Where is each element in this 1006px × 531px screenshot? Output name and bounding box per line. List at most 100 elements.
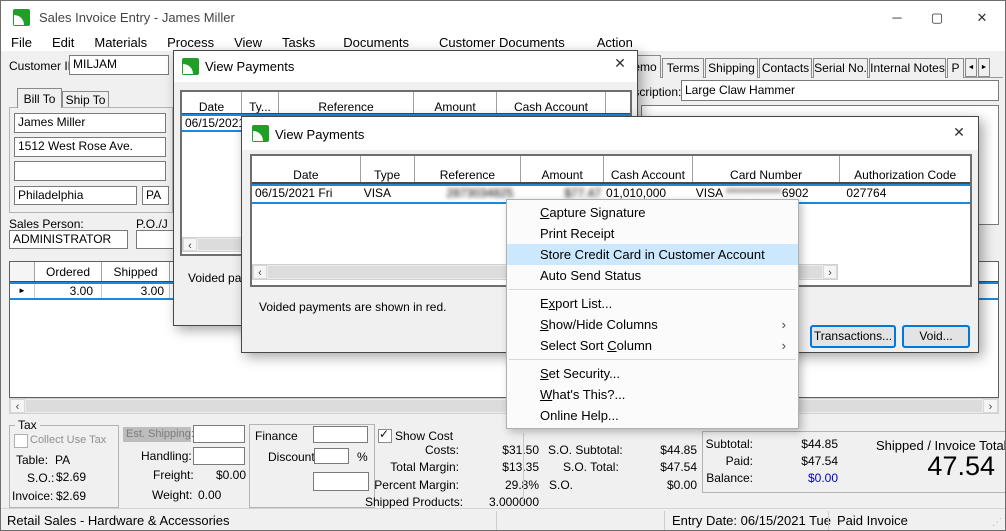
tab-internal-notes[interactable]: Internal Notes: [869, 58, 946, 78]
address-line1-input[interactable]: 1512 West Rose Ave.: [14, 137, 166, 157]
app-window: Sales Invoice Entry - James Miller ─ ▢ ✕…: [0, 0, 1006, 531]
resize-grip[interactable]: ⋰: [992, 517, 1002, 528]
cell-date[interactable]: 06/15/2021 Fri: [252, 185, 361, 202]
transactions-button[interactable]: Transactions...: [810, 325, 896, 348]
col-cash-account[interactable]: Cash Account: [497, 92, 606, 113]
invoice-grid-row[interactable]: ► 3.00 3.00: [10, 283, 170, 299]
total-margin-label: Total Margin:: [379, 460, 459, 474]
menu-tasks[interactable]: Tasks: [272, 35, 325, 50]
cell-ordered[interactable]: 3.00: [35, 283, 102, 299]
col-reference[interactable]: Reference: [279, 92, 414, 113]
cell-shipped[interactable]: 3.00: [102, 283, 170, 299]
status-company: Retail Sales - Hardware & Accessories: [7, 513, 230, 528]
percent-margin-value: 29.8%: [489, 478, 539, 492]
scroll-left-icon[interactable]: ‹: [10, 399, 25, 413]
tab-ship-to[interactable]: Ship To: [62, 91, 109, 108]
est-shipping-input[interactable]: [193, 425, 245, 443]
menu-view[interactable]: View: [224, 35, 272, 50]
tab-scroll-left-icon[interactable]: ◄: [965, 58, 977, 77]
finance-extra-input[interactable]: [313, 472, 369, 491]
tax-table-label: Table:: [16, 453, 48, 467]
discount-input[interactable]: [314, 448, 349, 464]
menu-item-store-credit-card[interactable]: Store Credit Card in Customer Account: [507, 244, 798, 265]
tab-shipping[interactable]: Shipping: [705, 58, 758, 78]
scroll-left-icon[interactable]: ‹: [253, 265, 267, 279]
col-shipped[interactable]: Shipped: [102, 262, 170, 281]
weight-value: 0.00: [198, 488, 221, 502]
menu-action[interactable]: Action: [587, 35, 643, 50]
col-reference[interactable]: Reference: [415, 156, 522, 182]
freight-label: Freight:: [153, 468, 194, 482]
cell-date[interactable]: 06/15/2021: [182, 115, 242, 131]
tab-serial-no[interactable]: Serial No.: [813, 58, 868, 78]
close-button[interactable]: ✕: [959, 1, 1005, 34]
menu-item-set-security[interactable]: Set Security...: [507, 363, 798, 384]
maximize-button[interactable]: ▢: [917, 1, 957, 34]
balance-label: Balance:: [703, 471, 753, 485]
finance-label: Finance: [255, 429, 298, 443]
handling-input[interactable]: [193, 447, 245, 465]
app-icon: [182, 58, 199, 75]
tab-contacts[interactable]: Contacts: [759, 58, 812, 78]
tab-scroll-right-icon[interactable]: ►: [978, 58, 990, 77]
menu-file[interactable]: File: [1, 35, 42, 50]
scroll-left-icon[interactable]: ‹: [183, 238, 197, 251]
main-hscrollbar[interactable]: ‹ ›: [9, 398, 999, 414]
menu-customer-documents[interactable]: Customer Documents: [429, 35, 575, 50]
menu-item-whats-this[interactable]: What's This?...: [507, 384, 798, 405]
col-authorization-code[interactable]: Authorization Code: [840, 156, 970, 182]
tab-terms[interactable]: Terms: [662, 58, 704, 78]
col-amount[interactable]: Amount: [414, 92, 497, 113]
cell-auth-code[interactable]: 027764: [840, 185, 970, 202]
so-total-value: $47.54: [647, 460, 697, 474]
description-input[interactable]: Large Claw Hammer: [681, 80, 999, 101]
sales-person-input[interactable]: ADMINISTRATOR: [9, 230, 128, 249]
payments-context-menu: Capture Signature Print Receipt Store Cr…: [506, 199, 799, 429]
dialog2-title: View Payments: [275, 127, 364, 142]
menu-item-show-hide-columns[interactable]: Show/Hide Columns›: [507, 314, 798, 335]
tab-bill-to[interactable]: Bill To: [17, 88, 62, 108]
menu-item-online-help[interactable]: Online Help...: [507, 405, 798, 426]
collect-use-tax-checkbox[interactable]: [14, 434, 28, 448]
address-city-input[interactable]: Philadelphia: [14, 186, 137, 205]
row-selector-icon: ►: [10, 283, 35, 299]
col-cash-account[interactable]: Cash Account: [604, 156, 693, 182]
menu-process[interactable]: Process: [157, 35, 224, 50]
address-name-input[interactable]: James Miller: [14, 113, 166, 133]
cell-type[interactable]: VISA: [361, 185, 415, 202]
col-type[interactable]: Ty...: [242, 92, 279, 113]
menu-item-capture-signature[interactable]: Capture Signature: [507, 202, 798, 223]
col-ordered[interactable]: Ordered: [35, 262, 102, 281]
address-state-input[interactable]: PA: [142, 186, 169, 205]
panel-divider: [523, 433, 524, 505]
est-shipping-label: Est. Shipping:: [123, 427, 191, 442]
address-line2-input[interactable]: [14, 161, 166, 181]
minimize-button[interactable]: ─: [877, 1, 917, 34]
subtotal-label: Subtotal:: [703, 437, 753, 451]
col-type[interactable]: Type: [361, 156, 415, 182]
menu-item-select-sort-column[interactable]: Select Sort Column›: [507, 335, 798, 356]
dialog2-close-icon[interactable]: ✕: [948, 124, 970, 141]
menu-edit[interactable]: Edit: [42, 35, 84, 50]
scroll-right-icon[interactable]: ›: [983, 399, 998, 413]
scroll-right-icon[interactable]: ›: [823, 265, 837, 279]
menu-item-print-receipt[interactable]: Print Receipt: [507, 223, 798, 244]
col-date[interactable]: ⌄Date: [252, 156, 361, 182]
col-date[interactable]: ⌄Date: [182, 92, 242, 113]
customer-id-input[interactable]: MILJAM: [69, 55, 169, 75]
tab-p-clipped[interactable]: P: [947, 58, 964, 78]
so-label: S.O.: [549, 478, 573, 492]
dialog1-close-icon[interactable]: ✕: [609, 55, 631, 72]
menu-documents[interactable]: Documents: [333, 35, 419, 50]
show-cost-checkbox[interactable]: ✓: [378, 429, 392, 443]
main-hscroll-thumb[interactable]: [26, 400, 982, 412]
menu-item-export-list[interactable]: Export List...: [507, 293, 798, 314]
finance-input[interactable]: [313, 426, 368, 443]
col-amount[interactable]: Amount: [521, 156, 604, 182]
void-button[interactable]: Void...: [902, 325, 970, 348]
status-invoice-status: Paid Invoice: [837, 513, 908, 528]
menu-item-auto-send-status[interactable]: Auto Send Status: [507, 265, 798, 286]
menu-materials[interactable]: Materials: [84, 35, 157, 50]
col-card-number[interactable]: Card Number: [693, 156, 841, 182]
collect-use-tax-label: Collect Use Tax: [30, 434, 106, 446]
